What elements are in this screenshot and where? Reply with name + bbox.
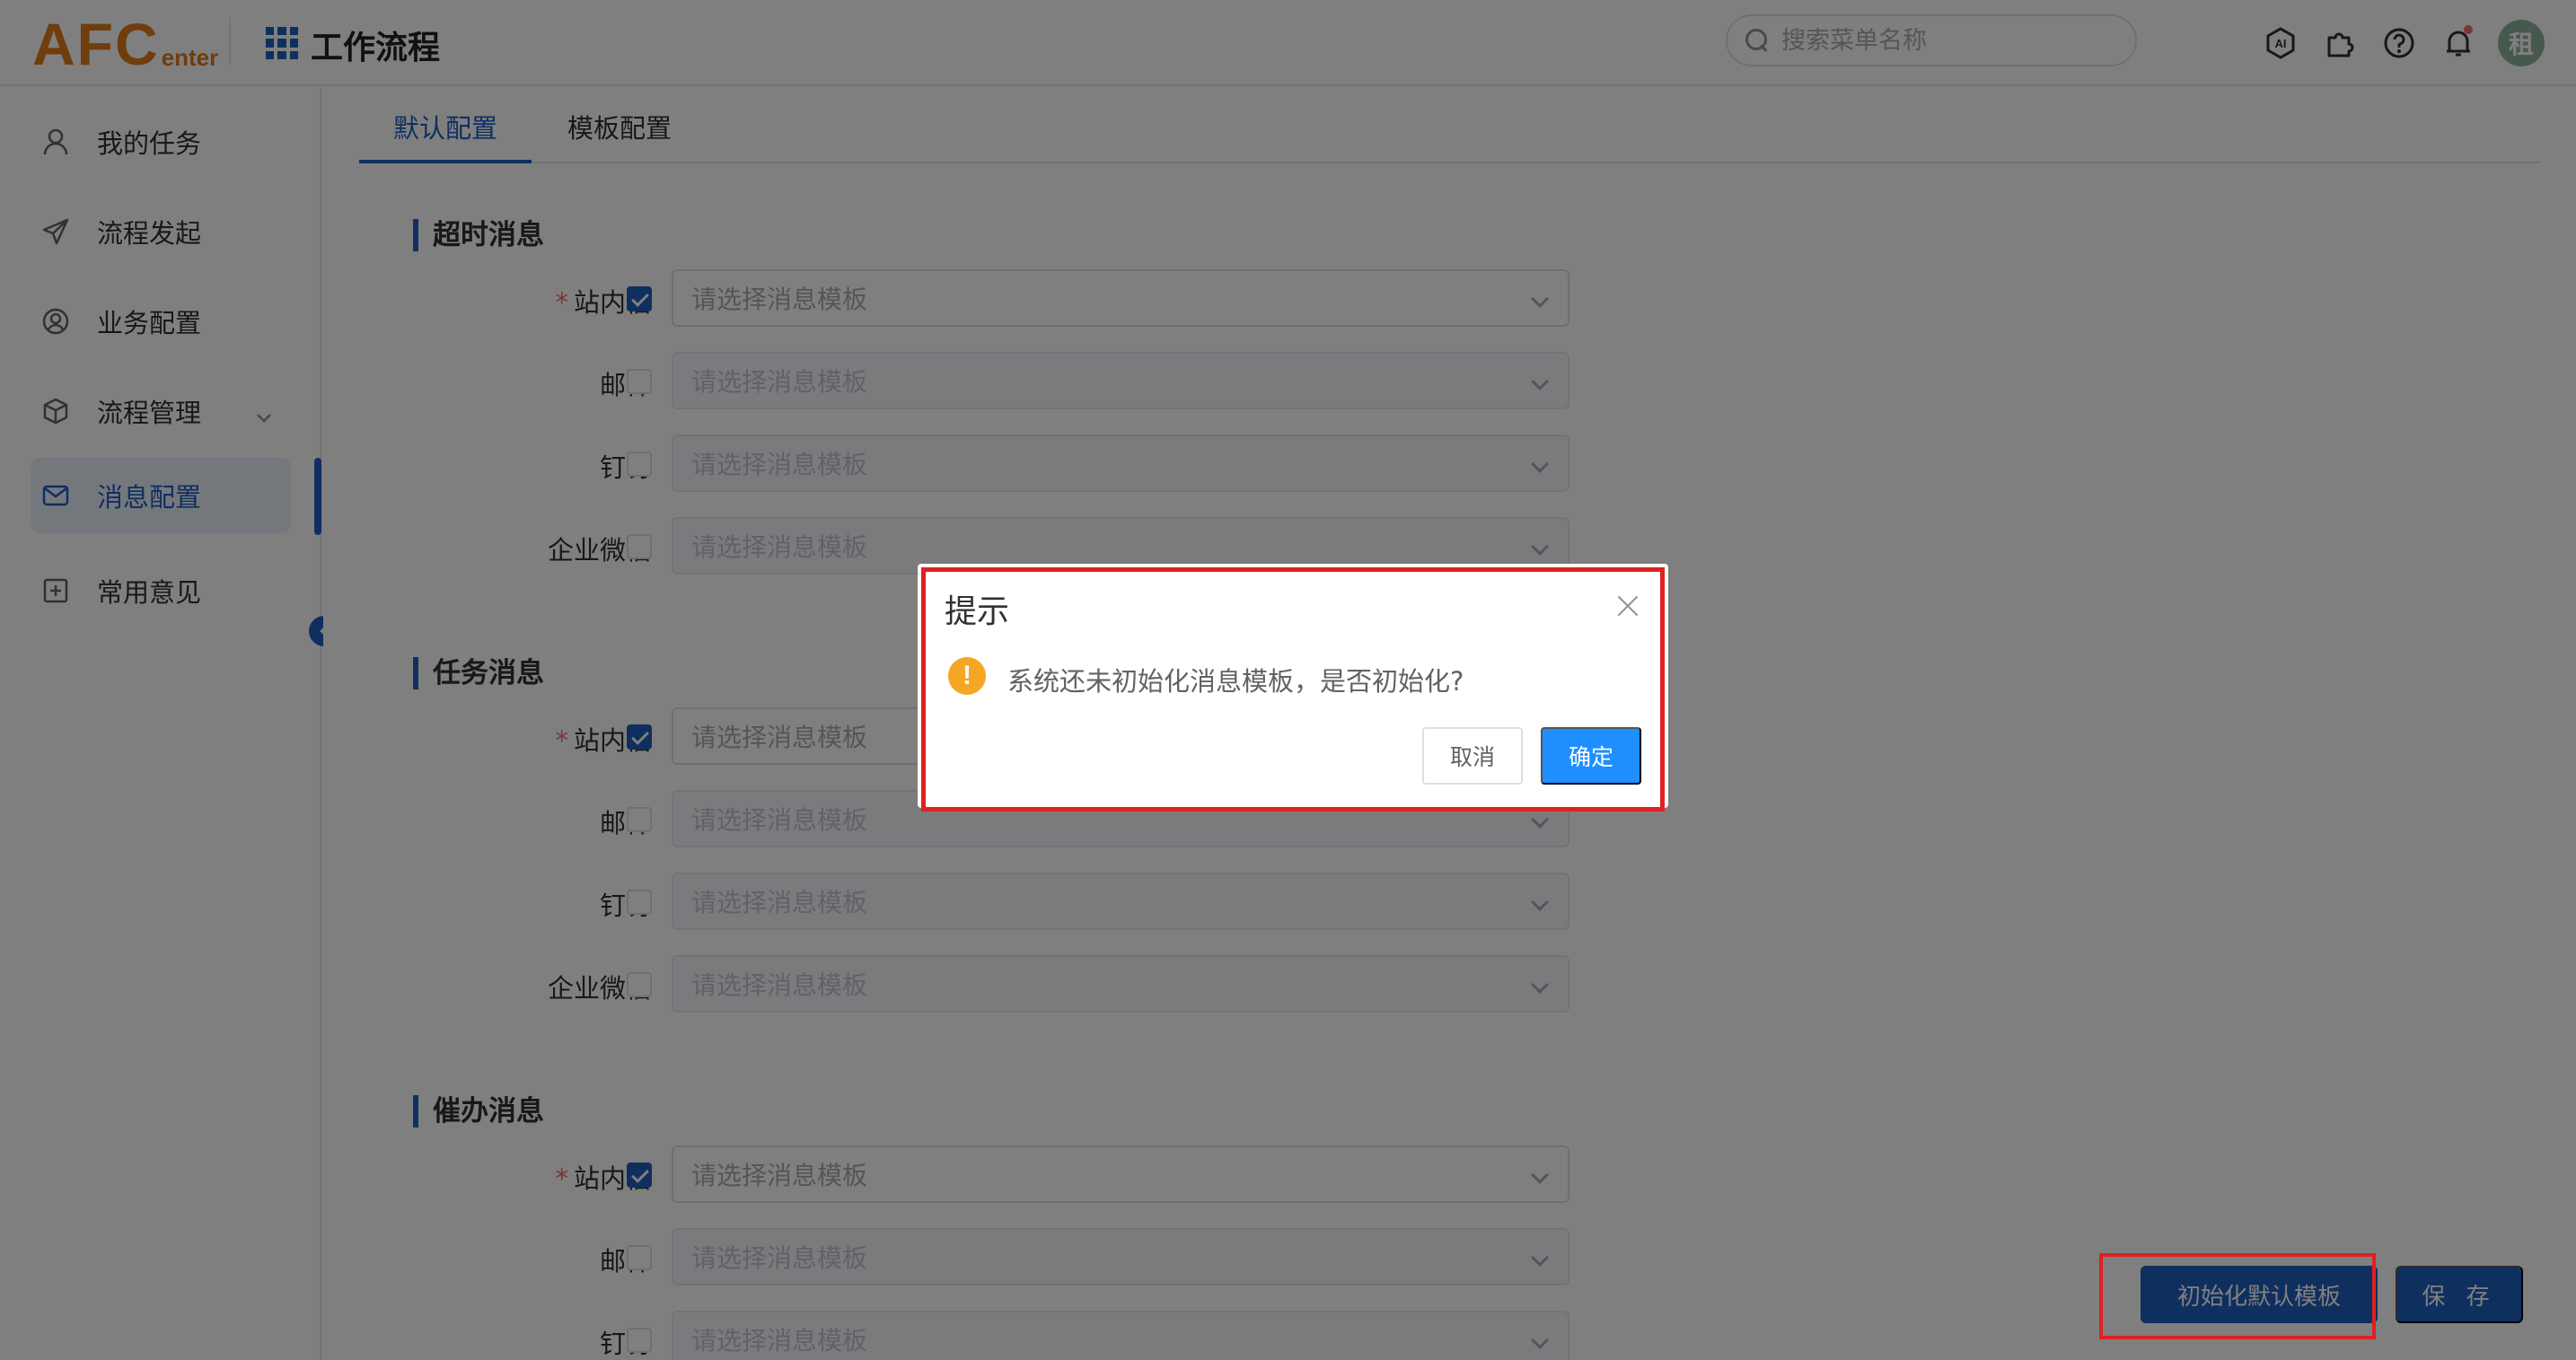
- dialog-title: 提示: [945, 593, 1010, 630]
- dialog-message: 系统还未初始化消息模板，是否初始化?: [1007, 666, 1464, 697]
- confirm-dialog: 提示 ! 系统还未初始化消息模板，是否初始化? 取消 确定: [918, 564, 1668, 808]
- confirm-button[interactable]: 确定: [1541, 727, 1641, 785]
- close-icon[interactable]: [1616, 594, 1640, 618]
- highlight-box-init-button: [2099, 1253, 2376, 1339]
- cancel-button[interactable]: 取消: [1422, 727, 1523, 785]
- warning-icon: !: [948, 657, 986, 695]
